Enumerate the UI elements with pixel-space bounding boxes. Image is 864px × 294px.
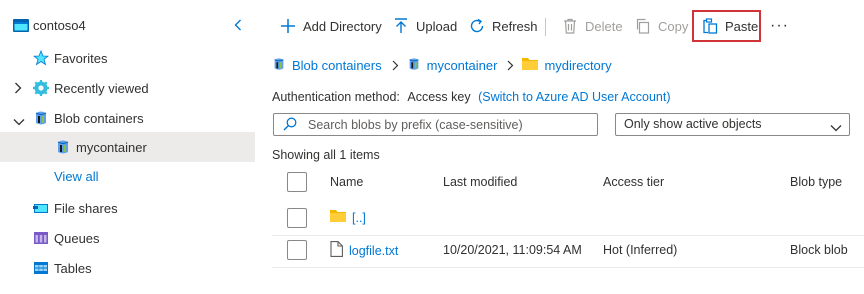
- sidebar-item-label: mycontainer: [76, 140, 147, 155]
- blob-container-icon: [407, 56, 421, 75]
- parent-directory-link[interactable]: [..]: [352, 211, 366, 225]
- upload-icon: [392, 17, 410, 35]
- items-count-status: Showing all 1 items: [272, 148, 380, 162]
- row-checkbox[interactable]: [287, 240, 307, 260]
- refresh-button[interactable]: Refresh: [468, 10, 538, 42]
- view-all-link[interactable]: View all: [54, 169, 99, 184]
- sidebar-item-favorites[interactable]: Favorites: [0, 43, 255, 73]
- sidebar-item-label: Blob containers: [54, 111, 144, 126]
- storage-account-name: contoso4: [33, 18, 86, 33]
- chevron-down-icon: [830, 120, 842, 135]
- table-icon: [33, 260, 49, 276]
- folder-icon: [522, 57, 539, 74]
- column-header-access-tier[interactable]: Access tier: [603, 175, 664, 189]
- select-value: Only show active objects: [624, 117, 762, 131]
- sidebar-header: contoso4: [0, 10, 262, 42]
- trash-icon: [561, 17, 579, 35]
- delete-button[interactable]: Delete: [561, 10, 623, 42]
- refresh-label: Refresh: [492, 18, 538, 34]
- select-all-checkbox[interactable]: [287, 172, 307, 192]
- row-checkbox[interactable]: [287, 208, 307, 228]
- breadcrumb-blob-containers[interactable]: Blob containers: [272, 56, 382, 75]
- storage-account-icon: [13, 19, 29, 35]
- collapse-sidebar-icon[interactable]: [229, 15, 247, 35]
- table-row[interactable]: [..]: [272, 202, 864, 236]
- upload-button[interactable]: Upload: [392, 10, 457, 42]
- sidebar-item-label: Queues: [54, 231, 100, 246]
- blob-type-cell: Block blob: [790, 243, 848, 257]
- refresh-icon: [468, 17, 486, 35]
- sidebar-item-label: Tables: [54, 261, 92, 276]
- search-box[interactable]: [273, 113, 598, 136]
- breadcrumb-label: mycontainer: [426, 57, 498, 73]
- add-directory-button[interactable]: Add Directory: [279, 10, 382, 42]
- chevron-right-icon[interactable]: [14, 82, 22, 97]
- plus-icon: [279, 17, 297, 35]
- switch-auth-link[interactable]: (Switch to Azure AD User Account): [478, 90, 670, 104]
- folder-icon: [330, 209, 346, 226]
- chevron-right-icon: [507, 60, 514, 71]
- upload-label: Upload: [416, 18, 458, 34]
- sidebar-item-label: File shares: [54, 201, 118, 216]
- sidebar-item-recently-viewed[interactable]: Recently viewed: [0, 73, 255, 103]
- breadcrumb-mydirectory[interactable]: mydirectory: [522, 57, 612, 74]
- last-modified-cell: 10/20/2021, 11:09:54 AM: [443, 243, 582, 257]
- blob-container-icon: [55, 139, 71, 155]
- file-share-icon: [33, 200, 49, 216]
- sidebar-item-queues[interactable]: Queues: [0, 223, 255, 253]
- breadcrumb: Blob containers mycontainer mydirectory: [272, 55, 612, 75]
- column-header-last-modified[interactable]: Last modified: [443, 175, 517, 189]
- main-panel: Add Directory Upload Refresh Delete Copy…: [272, 0, 864, 294]
- sidebar-item-tables[interactable]: Tables: [0, 253, 255, 283]
- blob-name-link[interactable]: logfile.txt: [349, 244, 398, 258]
- chevron-right-icon: [392, 60, 399, 71]
- sidebar-item-label: Recently viewed: [54, 81, 149, 96]
- gear-icon: [33, 80, 49, 96]
- sidebar-item-label: Favorites: [54, 51, 108, 66]
- sidebar-item-mycontainer[interactable]: mycontainer: [0, 132, 255, 162]
- blob-container-icon: [272, 56, 286, 75]
- auth-method: Authentication method: Access key (Switc…: [272, 90, 671, 104]
- paste-icon: [701, 17, 719, 35]
- file-icon: [330, 241, 343, 260]
- breadcrumb-mycontainer[interactable]: mycontainer: [407, 56, 498, 75]
- delete-label: Delete: [585, 18, 623, 34]
- auth-method-value: Access key: [407, 90, 471, 104]
- auth-method-label: Authentication method:: [272, 90, 400, 104]
- more-options-label: ···: [770, 17, 789, 34]
- paste-label: Paste: [725, 18, 759, 34]
- toolbar-divider: [545, 18, 546, 36]
- table-header: Name Last modified Access tier Blob type: [272, 166, 864, 200]
- paste-button[interactable]: Paste: [701, 10, 758, 42]
- copy-icon: [634, 17, 652, 35]
- breadcrumb-label: Blob containers: [292, 57, 382, 73]
- more-options-button[interactable]: ···: [770, 10, 789, 42]
- search-input[interactable]: [308, 116, 593, 133]
- toolbar: Add Directory Upload Refresh Delete Copy…: [272, 10, 864, 42]
- copy-button[interactable]: Copy: [634, 10, 688, 42]
- access-tier-cell: Hot (Inferred): [603, 243, 678, 257]
- queue-icon: [33, 230, 49, 246]
- column-header-name[interactable]: Name: [330, 175, 363, 189]
- sidebar: contoso4 Favorites Recently viewed Blob …: [0, 0, 262, 294]
- column-header-blob-type[interactable]: Blob type: [790, 175, 842, 189]
- blob-container-icon: [33, 110, 49, 126]
- copy-label: Copy: [658, 18, 689, 34]
- sidebar-item-file-shares[interactable]: File shares: [0, 193, 255, 223]
- add-directory-label: Add Directory: [303, 18, 382, 34]
- breadcrumb-label: mydirectory: [544, 57, 612, 73]
- active-objects-select[interactable]: Only show active objects: [615, 113, 850, 136]
- search-icon: [283, 117, 297, 134]
- sidebar-item-blob-containers[interactable]: Blob containers: [0, 103, 255, 133]
- chevron-down-icon[interactable]: [13, 114, 25, 129]
- star-icon: [32, 49, 50, 66]
- name-cell: logfile.txt: [330, 241, 398, 260]
- name-cell: [..]: [330, 209, 366, 226]
- table-row[interactable]: logfile.txt 10/20/2021, 11:09:54 AM Hot …: [272, 234, 864, 268]
